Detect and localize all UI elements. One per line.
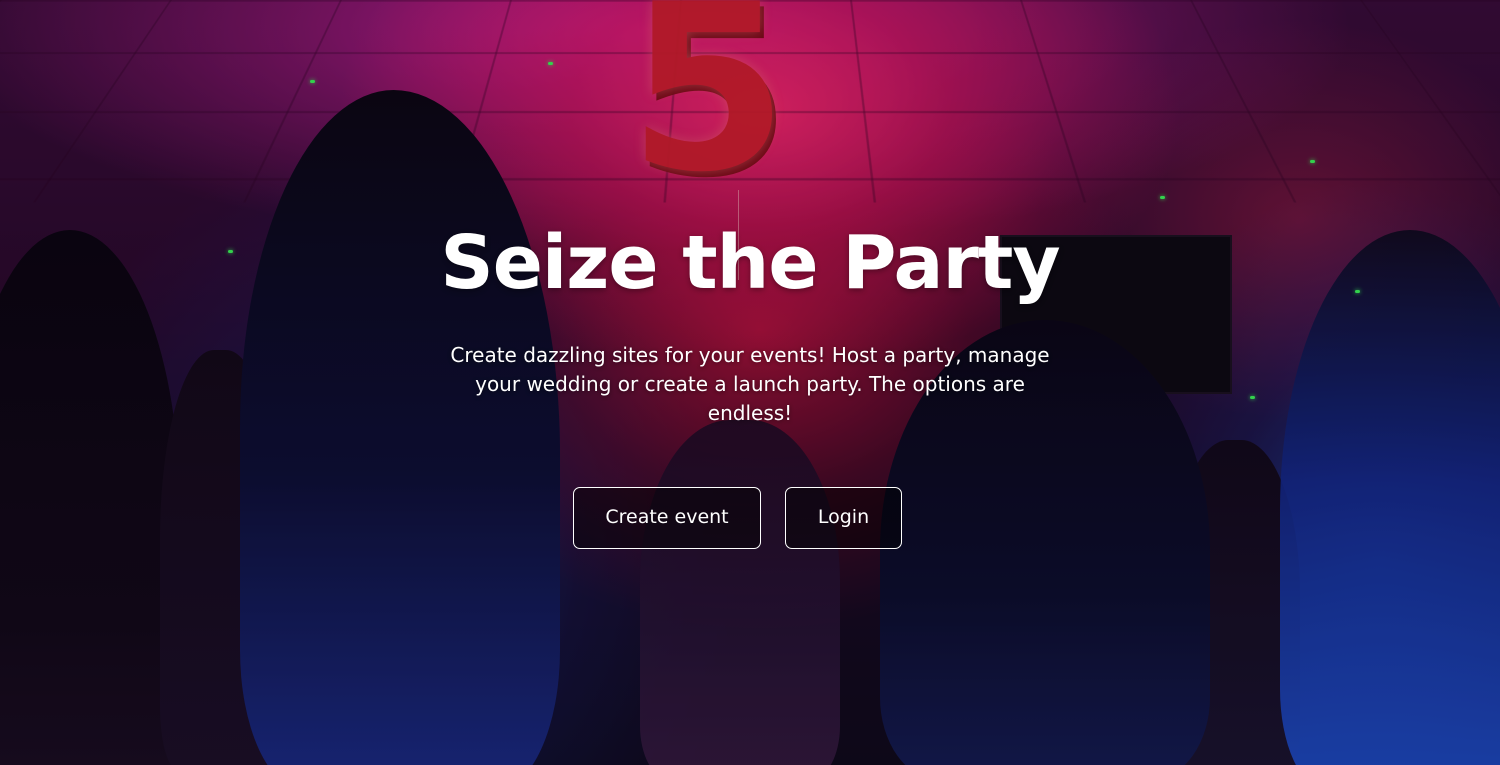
hero-content: Seize the Party Create dazzling sites fo…	[0, 0, 1500, 765]
login-button[interactable]: Login	[785, 487, 902, 549]
hero-subtitle: Create dazzling sites for your events! H…	[450, 343, 1050, 425]
hero-section: 5 Seize the Party Create dazzling sites …	[0, 0, 1500, 765]
create-event-button[interactable]: Create event	[573, 487, 761, 549]
hero-actions: Create event Login	[0, 487, 1500, 552]
hero-title: Seize the Party	[440, 220, 1060, 306]
